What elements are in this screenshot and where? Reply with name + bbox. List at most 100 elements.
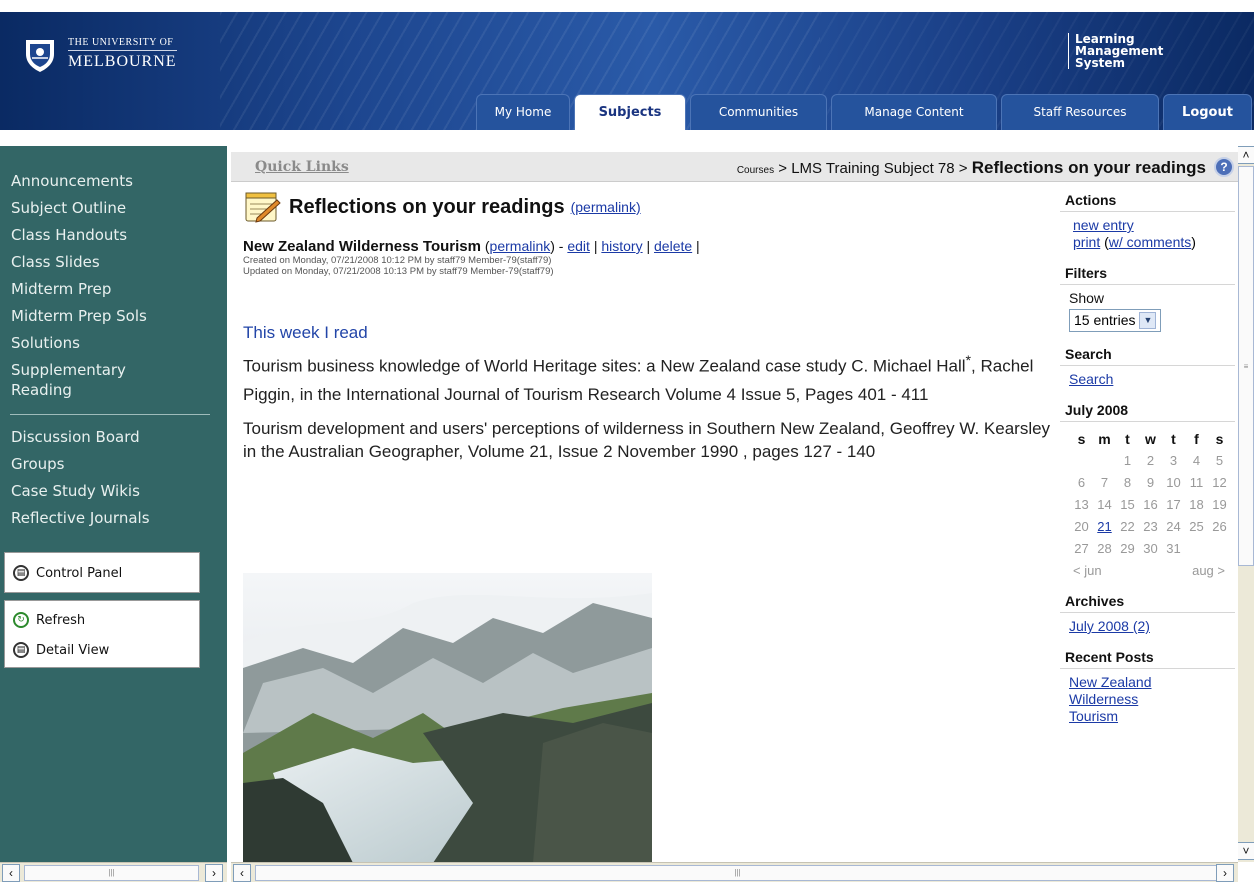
- archive-item-link[interactable]: July 2008 (2): [1069, 618, 1150, 634]
- sidebar-item-case-study-wikis[interactable]: Case Study Wikis: [11, 478, 211, 505]
- scroll-up-arrow-icon[interactable]: ˄: [1237, 146, 1254, 164]
- sidebar-item-midterm-prep-sols[interactable]: Midterm Prep Sols: [11, 303, 211, 330]
- actions-heading: Actions: [1060, 188, 1235, 212]
- actions-panel: new entry print (w/ comments): [1073, 217, 1196, 250]
- sidebar-divider: [10, 414, 210, 415]
- sidebar-item-groups[interactable]: Groups: [11, 451, 211, 478]
- calendar-day: 29: [1120, 541, 1135, 556]
- search-link[interactable]: Search: [1069, 371, 1113, 387]
- edit-link[interactable]: edit: [567, 238, 590, 254]
- calendar-day: 1: [1123, 453, 1132, 468]
- refresh-label: Refresh: [36, 612, 86, 628]
- sidebar-item-supplementary-reading[interactable]: Supplementary Reading: [11, 360, 171, 400]
- detail-view-button[interactable]: ▤ Detail View: [5, 635, 199, 665]
- detail-view-icon: ▤: [13, 642, 29, 658]
- scroll-left-arrow-icon[interactable]: ‹: [233, 864, 251, 882]
- university-logo[interactable]: THE UNIVERSITY OF MELBOURNE: [20, 34, 177, 74]
- sidebar-item-midterm-prep[interactable]: Midterm Prep: [11, 276, 211, 303]
- calendar-day: 15: [1120, 497, 1135, 512]
- filters-heading: Filters: [1060, 261, 1235, 285]
- breadcrumb-subject[interactable]: LMS Training Subject 78: [791, 160, 954, 177]
- tab-logout[interactable]: Logout: [1163, 94, 1252, 130]
- scrollbar-thumb[interactable]: |||: [24, 865, 199, 881]
- calendar-day: 14: [1097, 497, 1112, 512]
- tab-manage-content[interactable]: Manage Content: [831, 94, 997, 130]
- history-link[interactable]: history: [601, 238, 642, 254]
- journal-notepad-icon: [245, 192, 281, 223]
- sidebar-horizontal-scrollbar[interactable]: ‹ ||| ›: [0, 862, 227, 882]
- journal-main: Reflections on your readings (permalink)…: [243, 190, 1058, 471]
- vertical-scrollbar[interactable]: ˄ ≡ ˅: [1237, 146, 1254, 862]
- page-title: Reflections on your readings (permalink): [243, 190, 1058, 224]
- tab-subjects[interactable]: Subjects: [574, 94, 686, 130]
- content-horizontal-scrollbar[interactable]: ‹ ||| ›: [231, 862, 1238, 882]
- page-title-text: Reflections on your readings: [289, 195, 565, 218]
- updated-meta: Updated on Monday, 07/21/2008 10:13 PM b…: [243, 266, 554, 277]
- calendar-nav: < jun aug >: [1073, 562, 1225, 579]
- recent-post-link[interactable]: New Zealand Wilderness Tourism: [1069, 674, 1152, 724]
- sidebar-item-class-handouts[interactable]: Class Handouts: [11, 222, 211, 249]
- chevron-down-icon: ▼: [1139, 312, 1157, 329]
- calendar-day: 2: [1146, 453, 1155, 468]
- weekday-header: t: [1171, 431, 1176, 447]
- recent-posts-heading: Recent Posts: [1060, 645, 1235, 669]
- entry-title: New Zealand Wilderness Tourism: [243, 238, 481, 255]
- delete-link[interactable]: delete: [654, 238, 692, 254]
- scroll-left-arrow-icon[interactable]: ‹: [2, 864, 20, 882]
- new-entry-link[interactable]: new entry: [1073, 217, 1134, 233]
- title-permalink[interactable]: (permalink): [571, 199, 641, 215]
- control-panel-box: ▤ Control Panel: [4, 552, 200, 593]
- calendar-day: [1186, 539, 1207, 559]
- calendar-day: 6: [1077, 475, 1086, 490]
- calendar-day: 26: [1212, 519, 1227, 534]
- calendar-day-link[interactable]: 21: [1097, 519, 1111, 534]
- calendar-heading: July 2008: [1060, 398, 1235, 422]
- scroll-right-arrow-icon[interactable]: ›: [205, 864, 223, 882]
- sidebar-item-announcements[interactable]: Announcements: [11, 168, 211, 195]
- entry-paragraph-1: Tourism business knowledge of World Heri…: [243, 347, 1058, 409]
- quick-links[interactable]: Quick Links: [255, 159, 349, 175]
- refresh-icon: ↻: [13, 612, 29, 628]
- scrollbar-thumb[interactable]: |||: [255, 865, 1220, 881]
- calendar-day: 28: [1097, 541, 1112, 556]
- entry-heading: This week I read: [243, 323, 368, 342]
- breadcrumb-courses[interactable]: Courses: [737, 165, 774, 176]
- sidebar-item-solutions[interactable]: Solutions: [11, 330, 211, 357]
- calendar-day: 4: [1192, 453, 1201, 468]
- calendar-day: 8: [1123, 475, 1132, 490]
- calendar-day: 17: [1166, 497, 1181, 512]
- sidebar-item-class-slides[interactable]: Class Slides: [11, 249, 211, 276]
- scrollbar-thumb[interactable]: ≡: [1238, 166, 1254, 566]
- control-panel-button[interactable]: ▤ Control Panel: [5, 558, 199, 588]
- sidebar-item-reflective-journals[interactable]: Reflective Journals: [11, 505, 211, 532]
- help-icon[interactable]: ?: [1214, 157, 1234, 177]
- archives-panel: July 2008 (2): [1060, 613, 1235, 645]
- prev-month-link[interactable]: < jun: [1073, 562, 1102, 579]
- entries-select[interactable]: 15 entries ▼: [1069, 309, 1162, 332]
- scroll-right-arrow-icon[interactable]: ›: [1216, 864, 1234, 882]
- tab-staff-resources[interactable]: Staff Resources: [1001, 94, 1159, 130]
- sidebar-item-discussion-board[interactable]: Discussion Board: [11, 424, 211, 451]
- calendar-day[interactable]: 21: [1094, 517, 1115, 537]
- tab-my-home[interactable]: My Home: [476, 94, 570, 130]
- created-meta: Created on Monday, 07/21/2008 10:12 PM b…: [243, 255, 552, 266]
- logo-line2: MELBOURNE: [68, 53, 177, 70]
- print-with-comments-link[interactable]: w/ comments: [1109, 234, 1191, 250]
- calendar-day: 3: [1169, 453, 1178, 468]
- refresh-button[interactable]: ↻ Refresh: [5, 605, 199, 635]
- weekday-header: s: [1215, 431, 1224, 447]
- weekday-header: f: [1194, 431, 1199, 447]
- sidebar-item-subject-outline[interactable]: Subject Outline: [11, 195, 211, 222]
- logo-line1: THE UNIVERSITY OF: [68, 37, 177, 51]
- calendar-day: 27: [1074, 541, 1089, 556]
- tab-communities[interactable]: Communities: [690, 94, 827, 130]
- breadcrumb-separator: >: [778, 160, 788, 177]
- print-link[interactable]: print: [1073, 234, 1100, 250]
- calendar-day: 25: [1189, 519, 1204, 534]
- next-month-link[interactable]: aug >: [1192, 562, 1225, 579]
- search-panel: Search: [1060, 366, 1235, 398]
- scroll-down-arrow-icon[interactable]: ˅: [1237, 842, 1254, 860]
- entry-permalink[interactable]: permalink: [490, 238, 551, 254]
- calendar-day: 23: [1143, 519, 1158, 534]
- right-sidebar: Actions new entry print (w/ comments) Fi…: [1060, 188, 1235, 735]
